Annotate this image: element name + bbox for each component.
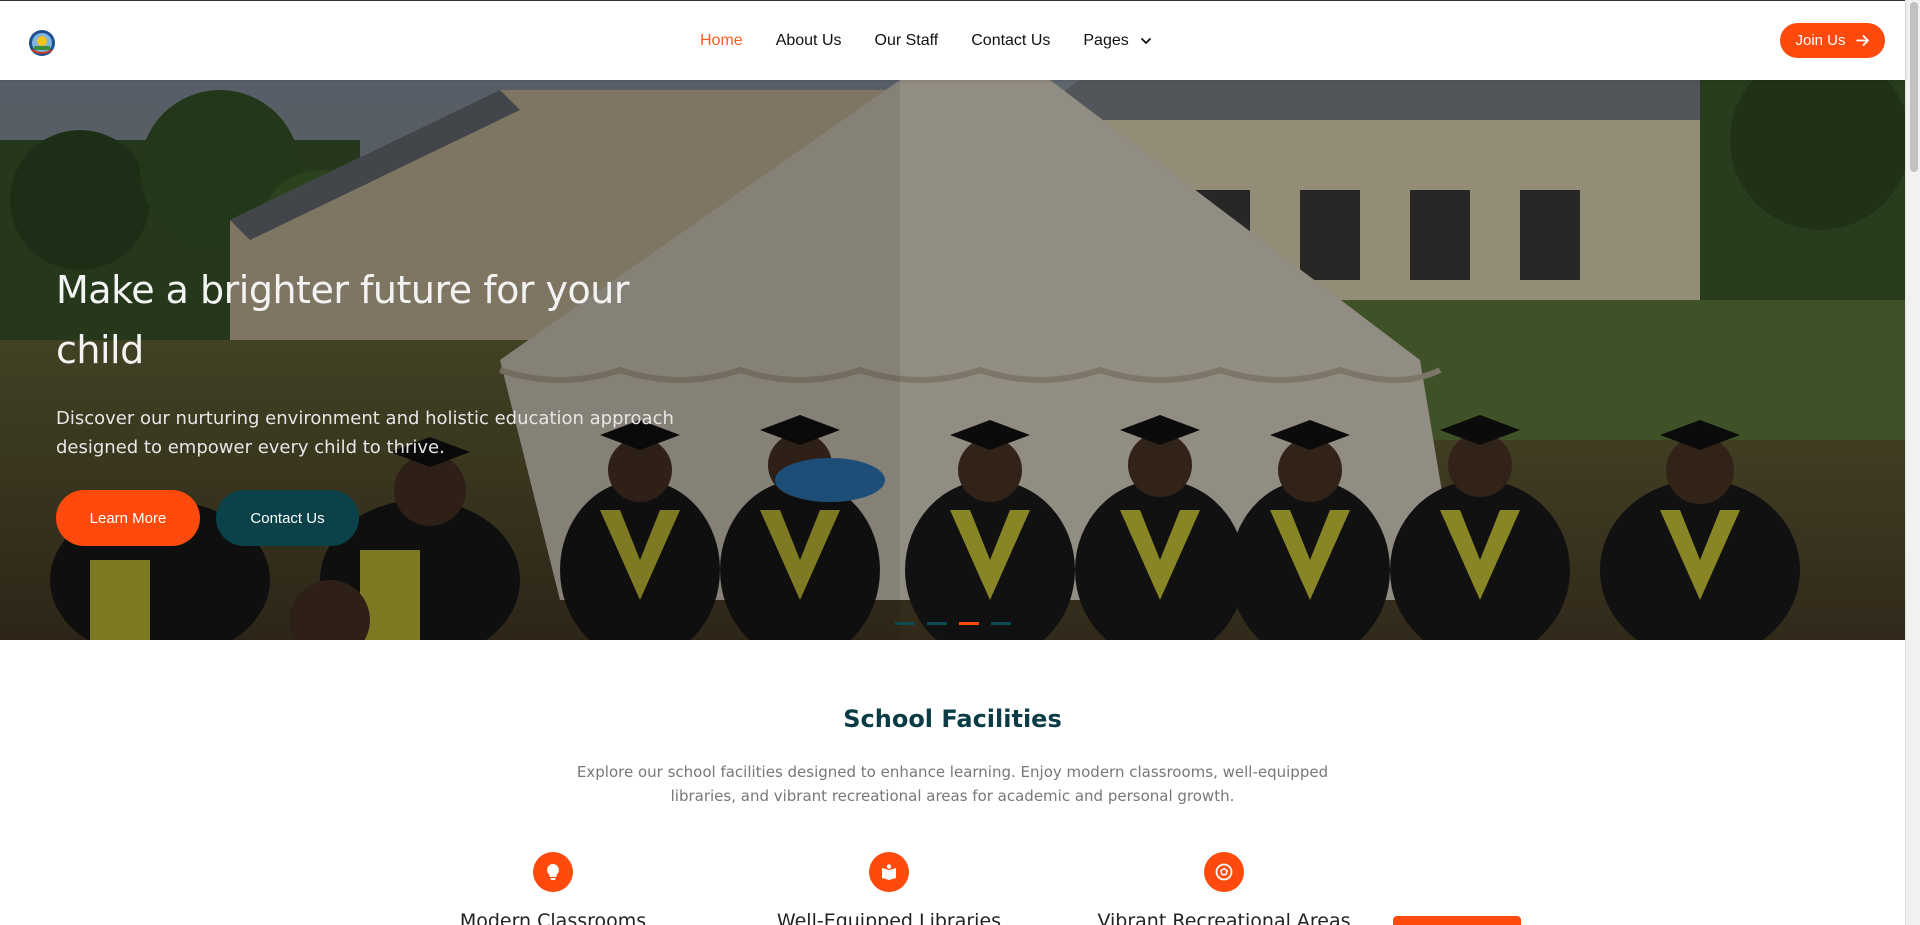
carousel-dot-4[interactable] xyxy=(991,622,1011,625)
soccer-ball-icon xyxy=(1204,852,1244,892)
facility-label: Modern Classrooms xyxy=(459,910,647,925)
main-nav: Home About Us Our Staff Contact Us Pages xyxy=(700,1,1186,80)
nav-contact-us[interactable]: Contact Us xyxy=(971,32,1050,50)
view-more-button[interactable] xyxy=(1393,916,1521,925)
hero-title: Make a brighter future for your child xyxy=(56,268,630,372)
hero-carousel: Make a brighter future for your child Di… xyxy=(0,80,1905,640)
carousel-indicators xyxy=(895,622,1011,625)
carousel-dot-1[interactable] xyxy=(895,622,915,625)
page-scrollbar[interactable] xyxy=(1905,0,1920,925)
join-us-label: Join Us xyxy=(1795,32,1846,49)
carousel-dot-3[interactable] xyxy=(959,622,979,625)
nav-home[interactable]: Home xyxy=(700,32,743,50)
contact-us-button[interactable]: Contact Us xyxy=(216,490,359,546)
facilities-title: School Facilities xyxy=(843,705,1062,733)
nav-pages-label: Pages xyxy=(1083,31,1129,49)
facility-card: Well-Equipped Libraries xyxy=(739,852,1039,925)
learn-more-button[interactable]: Learn More xyxy=(56,490,200,546)
lightbulb-icon xyxy=(533,852,573,892)
nav-about-us[interactable]: About Us xyxy=(776,32,842,50)
school-logo[interactable] xyxy=(27,28,57,58)
navbar: Home About Us Our Staff Contact Us Pages… xyxy=(0,1,1905,80)
chevron-down-icon xyxy=(1140,37,1151,44)
facility-card: Modern Classrooms xyxy=(403,852,703,925)
nav-our-staff[interactable]: Our Staff xyxy=(875,32,939,50)
carousel-dot-2[interactable] xyxy=(927,622,947,625)
facilities-description: Explore our school facilities designed t… xyxy=(576,763,1329,805)
hero-subtitle: Discover our nurturing environment and h… xyxy=(56,408,674,458)
hero-buttons: Learn More Contact Us xyxy=(56,490,359,546)
facility-card: Vibrant Recreational Areas xyxy=(1074,852,1374,925)
hero-text: Make a brighter future for your child Di… xyxy=(56,260,706,462)
facility-label: Well-Equipped Libraries xyxy=(776,910,1002,925)
book-icon xyxy=(869,852,909,892)
scrollbar-thumb[interactable] xyxy=(1910,2,1918,172)
nav-pages-dropdown[interactable]: Pages xyxy=(1083,32,1152,50)
join-us-button[interactable]: Join Us xyxy=(1780,23,1885,58)
facility-label: Vibrant Recreational Areas xyxy=(1097,910,1351,925)
arrow-right-icon xyxy=(1855,35,1869,46)
